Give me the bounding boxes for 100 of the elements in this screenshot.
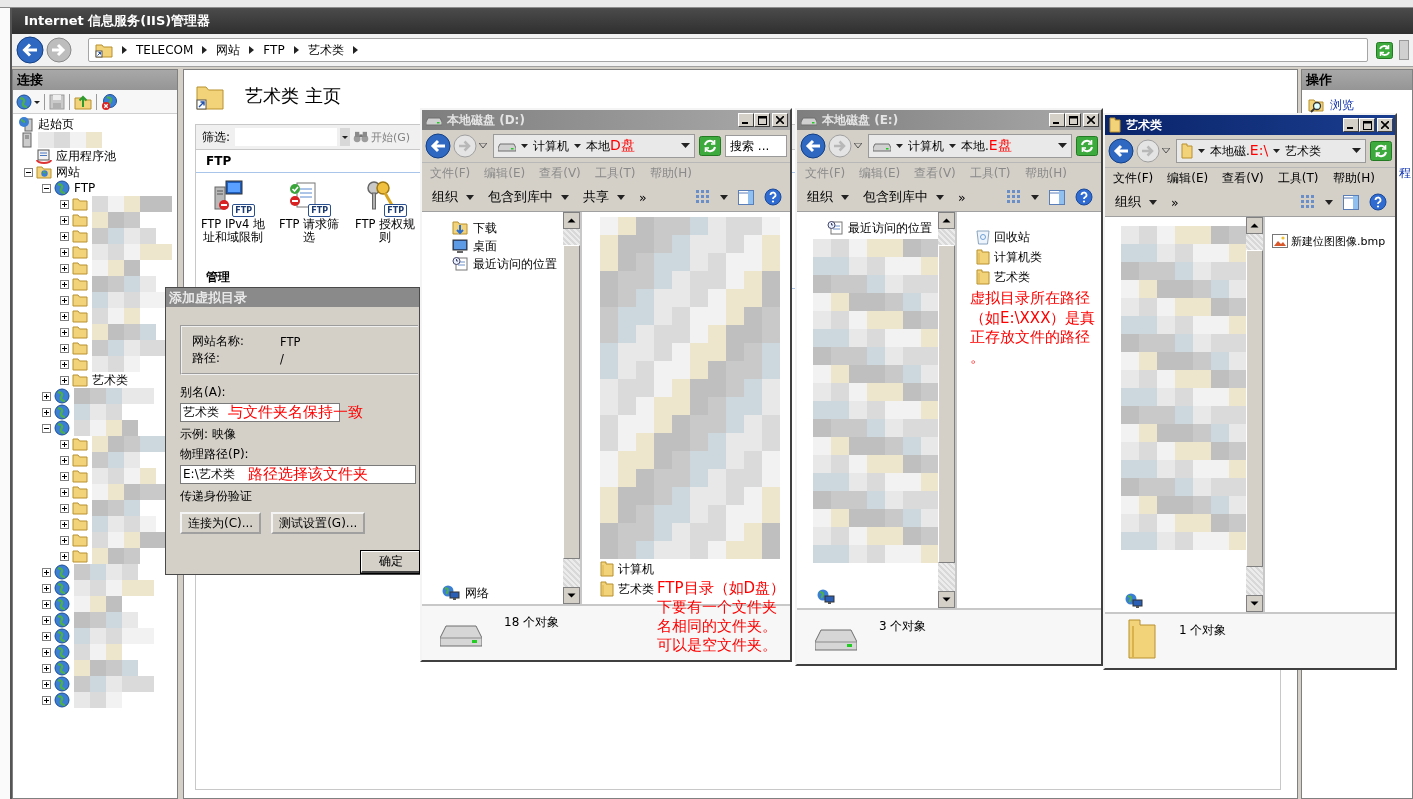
- action-link[interactable]: 浏览: [1330, 96, 1354, 114]
- nav-item[interactable]: 下载: [473, 219, 497, 237]
- expand-icon[interactable]: [42, 647, 51, 657]
- caret-down-icon[interactable]: [681, 143, 690, 149]
- tree-item[interactable]: 艺术类: [92, 371, 128, 389]
- tree-item[interactable]: 网站: [56, 163, 80, 181]
- expand-icon[interactable]: [42, 631, 51, 641]
- expand-icon[interactable]: [42, 567, 51, 577]
- connect-globe-icon[interactable]: [16, 93, 40, 110]
- scroll-up-button[interactable]: [938, 212, 955, 229]
- scroll-thumb[interactable]: [563, 245, 580, 559]
- toolbar-button[interactable]: 包含到库中: [863, 188, 944, 206]
- expand-icon[interactable]: [60, 359, 69, 369]
- expand-icon[interactable]: [60, 295, 69, 305]
- preview-pane-icon[interactable]: [738, 189, 754, 205]
- caret-down-icon[interactable]: [1273, 148, 1281, 154]
- expand-icon[interactable]: [60, 487, 69, 497]
- expand-icon[interactable]: [60, 215, 69, 225]
- maximize-button[interactable]: [1359, 118, 1375, 132]
- expand-icon[interactable]: [60, 311, 69, 321]
- help-icon[interactable]: [1075, 188, 1093, 206]
- expand-icon[interactable]: [42, 391, 51, 401]
- tree-item[interactable]: FTP: [74, 181, 96, 195]
- ok-button[interactable]: 确定: [361, 551, 419, 573]
- caret-down-icon[interactable]: [720, 194, 728, 200]
- preview-pane-icon[interactable]: [1049, 189, 1065, 205]
- scrollbar-track[interactable]: [563, 212, 580, 604]
- disconnect-icon[interactable]: [101, 93, 119, 110]
- file-item[interactable]: 艺术类: [618, 580, 654, 598]
- file-item[interactable]: 新建位图图像.bmp: [1291, 233, 1386, 249]
- caret-down-icon[interactable]: [574, 143, 581, 149]
- expand-icon[interactable]: [60, 231, 69, 241]
- expand-icon[interactable]: [60, 263, 69, 273]
- expand-icon[interactable]: [60, 535, 69, 545]
- caret-down-icon[interactable]: [1198, 148, 1205, 154]
- toolbar-button[interactable]: 组织: [1115, 193, 1157, 211]
- scroll-thumb[interactable]: [1246, 250, 1263, 567]
- more-button[interactable]: »: [958, 189, 966, 205]
- scroll-down-button[interactable]: [563, 587, 580, 604]
- expand-icon[interactable]: [60, 279, 69, 289]
- feature-item[interactable]: FTP 请求筛选: [274, 218, 344, 244]
- more-button[interactable]: »: [639, 189, 647, 205]
- expand-icon[interactable]: [60, 199, 69, 209]
- breadcrumb-item[interactable]: 网站: [216, 41, 241, 59]
- more-button[interactable]: »: [1171, 194, 1179, 210]
- help-icon[interactable]: [1369, 193, 1387, 211]
- tree-item[interactable]: 应用程序池: [56, 147, 116, 165]
- expand-icon[interactable]: [60, 503, 69, 513]
- refresh-icon[interactable]: [699, 136, 721, 156]
- scroll-up-button[interactable]: [1246, 217, 1263, 234]
- file-item[interactable]: 回收站: [994, 228, 1030, 246]
- scrollbar-track[interactable]: [1246, 217, 1263, 612]
- caret-down-icon[interactable]: [1058, 143, 1067, 149]
- collapse-icon[interactable]: [42, 423, 51, 433]
- nav-item[interactable]: 桌面: [473, 237, 497, 255]
- scroll-down-button[interactable]: [938, 591, 955, 608]
- help-icon[interactable]: [764, 188, 782, 206]
- menu-item[interactable]: 帮助(H): [1332, 169, 1375, 187]
- back-button[interactable]: [16, 36, 44, 64]
- scroll-up-button[interactable]: [563, 212, 580, 229]
- collapse-icon[interactable]: [24, 167, 33, 177]
- back-button[interactable]: [800, 133, 826, 159]
- nav-item[interactable]: 网络: [465, 584, 489, 602]
- expand-icon[interactable]: [42, 615, 51, 625]
- expand-icon[interactable]: [42, 695, 51, 705]
- breadcrumb-item[interactable]: 艺术类: [1285, 142, 1322, 160]
- dialog-button[interactable]: 连接为(C)...: [180, 512, 262, 534]
- dialog-button[interactable]: 测试设置(G)...: [271, 512, 366, 534]
- toolbar-button[interactable]: 共享: [583, 188, 625, 206]
- menu-item[interactable]: 工具(T): [1277, 169, 1319, 187]
- folder-up-icon[interactable]: [74, 93, 92, 110]
- expand-icon[interactable]: [60, 455, 69, 465]
- nav-item[interactable]: 最近访问的位置: [848, 219, 932, 237]
- back-button[interactable]: [425, 133, 451, 159]
- expand-icon[interactable]: [60, 519, 69, 529]
- expand-icon[interactable]: [42, 599, 51, 609]
- preview-pane-icon[interactable]: [1343, 194, 1359, 210]
- back-button[interactable]: [1108, 138, 1134, 164]
- breadcrumb-item[interactable]: FTP: [263, 43, 285, 57]
- scrollbar-track[interactable]: [938, 212, 955, 608]
- caret-down-icon[interactable]: [1031, 194, 1039, 200]
- expand-icon[interactable]: [42, 583, 51, 593]
- alias-field[interactable]: 艺术类: [180, 403, 228, 422]
- expand-icon[interactable]: [60, 327, 69, 337]
- feature-item[interactable]: FTP IPv4 地址和域限制: [198, 218, 268, 244]
- toolbar-button[interactable]: 组织: [807, 188, 849, 206]
- expand-icon[interactable]: [60, 343, 69, 353]
- refresh-icon[interactable]: [1076, 136, 1098, 156]
- caret-down-icon[interactable]: [896, 143, 903, 149]
- file-item[interactable]: 计算机: [618, 560, 654, 578]
- search-field[interactable]: 搜索 ...: [725, 135, 787, 157]
- action-link[interactable]: 程: [1399, 164, 1411, 182]
- expand-icon[interactable]: [60, 247, 69, 257]
- scroll-thumb[interactable]: [938, 245, 955, 563]
- feature-item[interactable]: FTP 授权规则: [350, 218, 420, 244]
- toolbar-button[interactable]: 包含到库中: [488, 188, 569, 206]
- expand-icon[interactable]: [42, 663, 51, 673]
- expand-icon[interactable]: [42, 407, 51, 417]
- file-item[interactable]: 艺术类: [994, 268, 1030, 286]
- expand-icon[interactable]: [60, 375, 69, 385]
